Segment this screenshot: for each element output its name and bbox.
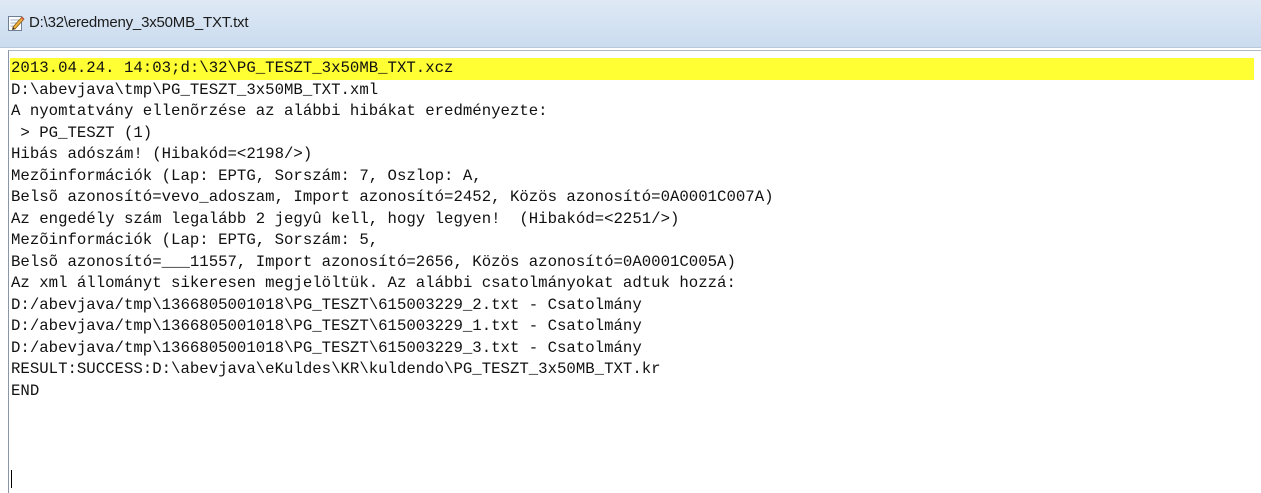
editor-line: RESULT:SUCCESS:D:\abevjava\eKuldes\KR\ku… bbox=[11, 360, 661, 378]
notepad-edit-icon bbox=[8, 16, 25, 31]
editor-line: Mezõinformációk (Lap: EPTG, Sorszám: 5, bbox=[11, 231, 379, 249]
editor-line-highlighted: 2013.04.24. 14:03;d:\32\PG_TESZT_3x50MB_… bbox=[10, 58, 1254, 80]
editor-line: Belsõ azonosító=___11557, Import azonosí… bbox=[11, 252, 736, 271]
editor-line: Hibás adószám! (Hibakód=<2198/>) bbox=[11, 145, 313, 163]
editor-line: > PG_TESZT (1) bbox=[11, 123, 153, 142]
editor-content[interactable]: 2013.04.24. 14:03;d:\32\PG_TESZT_3x50MB_… bbox=[10, 58, 1254, 402]
notepad-window: D:\32\eredmeny_3x50MB_TXT.txt 2013.04.24… bbox=[0, 0, 1261, 493]
window-title: D:\32\eredmeny_3x50MB_TXT.txt bbox=[29, 14, 249, 31]
editor-line: Az xml állományt sikeresen megjelöltük. … bbox=[11, 274, 736, 292]
editor-line: Belsõ azonosító=vevo_adoszam, Import azo… bbox=[11, 188, 774, 206]
editor-line: D:\abevjava\tmp\PG_TESZT_3x50MB_TXT.xml bbox=[11, 80, 379, 99]
editor-line: Az engedély szám legalább 2 jegyû kell, … bbox=[11, 209, 680, 228]
text-cursor bbox=[11, 470, 12, 488]
editor-line: D:/abevjava/tmp\1366805001018\PG_TESZT\6… bbox=[11, 317, 642, 335]
editor-line: D:/abevjava/tmp\1366805001018\PG_TESZT\6… bbox=[11, 295, 642, 314]
editor-line: D:/abevjava/tmp\1366805001018\PG_TESZT\6… bbox=[11, 338, 642, 357]
editor-line: A nyomtatvány ellenõrzése az alábbi hibá… bbox=[11, 102, 548, 120]
editor-line: Mezõinformációk (Lap: EPTG, Sorszám: 7, … bbox=[11, 166, 482, 185]
editor-line: END bbox=[11, 381, 40, 400]
title-bar[interactable]: D:\32\eredmeny_3x50MB_TXT.txt bbox=[0, 0, 1261, 48]
